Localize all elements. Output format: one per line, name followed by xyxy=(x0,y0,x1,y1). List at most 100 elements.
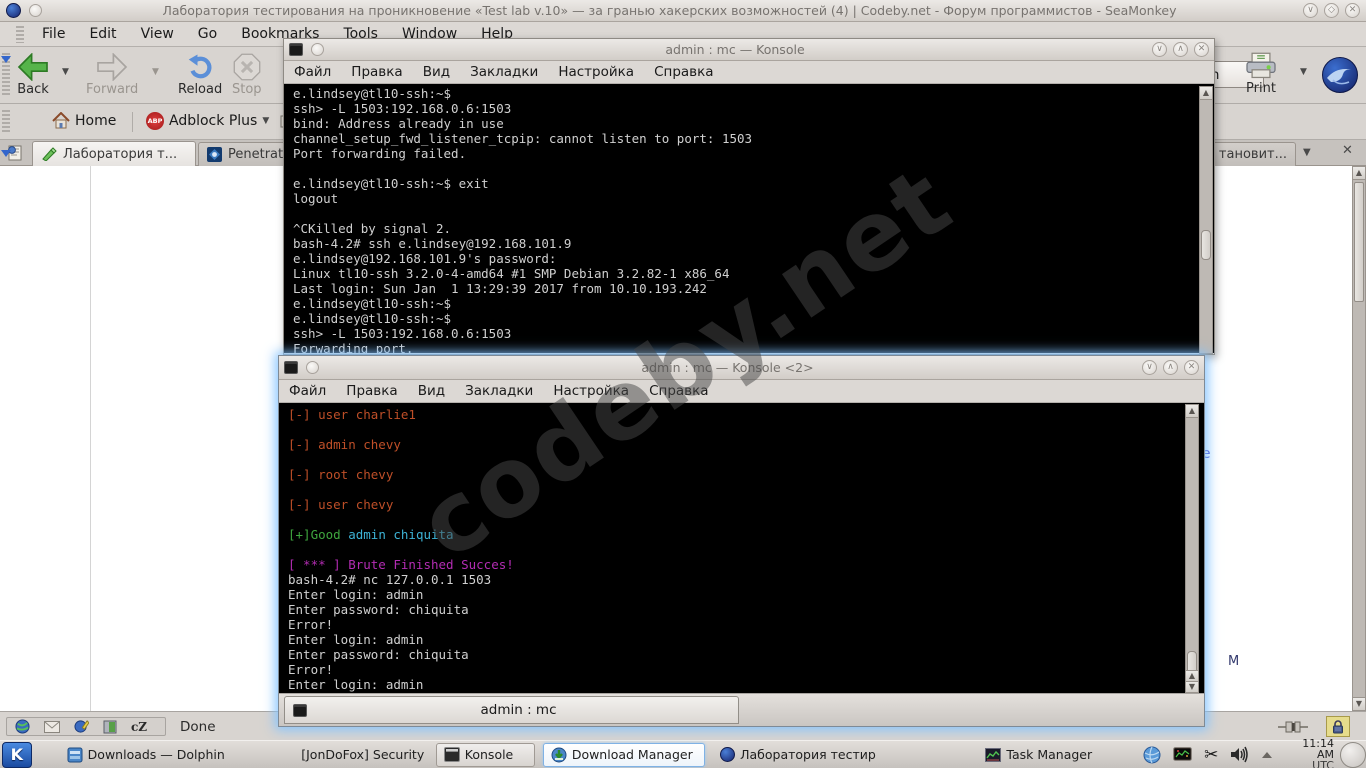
seamonkey-logo[interactable] xyxy=(1322,57,1358,93)
print-button[interactable]: Print xyxy=(1244,52,1278,96)
composer-icon[interactable] xyxy=(74,719,89,734)
konsole-icon xyxy=(289,43,303,56)
terminal[interactable]: [-] user charlie1 [-] admin chevy [-] ro… xyxy=(279,403,1204,693)
volume-speaker-icon[interactable] xyxy=(1230,746,1250,763)
adblock-chevron: ▼ xyxy=(262,116,269,126)
terminal-line: Forwarding port. xyxy=(293,341,1196,353)
toolbar-grippy[interactable] xyxy=(16,26,24,43)
close-button[interactable]: ✕ xyxy=(1345,3,1360,18)
kmenu-button[interactable]: K xyxy=(2,742,32,768)
maximize-button[interactable]: ∧ xyxy=(1163,360,1178,375)
scroll-up-icon[interactable]: ▲ xyxy=(1186,670,1198,681)
konsole2-title: admin : mc — Konsole <2> xyxy=(319,360,1136,375)
forward-dropdown-chevron[interactable]: ▼ xyxy=(152,67,159,77)
terminal-line: Error! xyxy=(288,617,1186,632)
menu-file[interactable]: Файл xyxy=(294,64,331,80)
taskbar-item-download-manager[interactable]: Download Manager xyxy=(543,743,705,767)
menu-help[interactable]: Справка xyxy=(649,383,708,399)
close-button[interactable]: ✕ xyxy=(1184,360,1199,375)
toolbar-collapse-icon[interactable] xyxy=(1,150,11,157)
terminal-line: ssh> -L 1503:192.168.0.6:1503 xyxy=(293,101,1196,116)
taskbar-item-task-manager[interactable]: Task Manager xyxy=(978,743,1101,767)
konsole1-window: admin : mc — Konsole ∨ ∧ ✕ Файл Правка В… xyxy=(283,38,1215,355)
taskbar-item-dolphin[interactable]: Downloads — Dolphin xyxy=(60,743,284,767)
window-pin-button[interactable] xyxy=(306,361,319,374)
menu-help[interactable]: Справка xyxy=(654,64,713,80)
addressbook-icon[interactable] xyxy=(103,720,117,734)
minimize-button[interactable]: ∨ xyxy=(1142,360,1157,375)
tab-laboratoriya[interactable]: Лаборатория т... xyxy=(32,141,196,166)
close-tab-icon[interactable]: ✕ xyxy=(1342,143,1353,158)
scroll-up-icon[interactable]: ▲ xyxy=(1186,405,1198,418)
home-button[interactable]: Home xyxy=(52,112,116,129)
forward-button[interactable]: Forward xyxy=(86,53,138,97)
network-globe-icon[interactable] xyxy=(1143,746,1161,764)
browser-scrollbar[interactable]: ▲ ▼ xyxy=(1352,166,1366,711)
menu-file[interactable]: File xyxy=(42,26,65,42)
scroll-down-icon[interactable]: ▼ xyxy=(1186,681,1198,692)
seamonkey-icon xyxy=(720,747,735,762)
chatzilla-icon[interactable]: cZ xyxy=(131,720,147,734)
terminal-line: bash-4.2# ssh e.lindsey@192.168.101.9 xyxy=(293,236,1196,251)
konsole2-scrollbar[interactable]: ▲ ▲ ▼ xyxy=(1185,404,1199,693)
download-manager-icon xyxy=(551,747,567,763)
reload-button[interactable]: Reload xyxy=(178,53,222,97)
minimize-button[interactable]: ∨ xyxy=(1152,42,1167,57)
adblock-plus-button[interactable]: ABP Adblock Plus ▼ xyxy=(146,112,269,130)
back-dropdown-chevron[interactable]: ▼ xyxy=(62,67,69,77)
menu-bookmarks[interactable]: Закладки xyxy=(465,383,533,399)
menu-settings[interactable]: Настройка xyxy=(558,64,634,80)
taskbar-item-seamonkey[interactable]: Лаборатория тестир xyxy=(713,743,962,767)
taskbar-item-konsole[interactable]: Konsole xyxy=(436,743,535,767)
minimize-button[interactable]: ∨ xyxy=(1303,3,1318,18)
taskbar-item-jondofox[interactable]: [JonDoFox] Security Blo xyxy=(289,743,428,767)
menu-settings[interactable]: Настройка xyxy=(553,383,629,399)
klipper-scissors-icon[interactable]: ✂ xyxy=(1204,745,1218,765)
session-tab-label: admin : mc xyxy=(307,702,730,718)
terminal-line: Enter login: admin xyxy=(288,587,1186,602)
navigator-globe-icon[interactable] xyxy=(15,719,30,734)
scrollbar-thumb[interactable] xyxy=(1354,182,1364,302)
menu-bookmarks[interactable]: Закладки xyxy=(470,64,538,80)
browser-titlebar: Лаборатория тестирования на проникновени… xyxy=(0,0,1366,22)
scroll-down-icon[interactable]: ▼ xyxy=(1353,697,1365,710)
scrollbar-arrows[interactable]: ▲ ▼ xyxy=(1186,670,1198,692)
menu-edit[interactable]: Edit xyxy=(89,26,116,42)
menu-go[interactable]: Go xyxy=(198,26,217,42)
toolbar-collapse-icon[interactable] xyxy=(1,56,11,63)
window-pin-button[interactable] xyxy=(29,4,42,17)
edge-applet[interactable] xyxy=(1340,742,1366,768)
maximize-button[interactable]: ◇ xyxy=(1324,3,1339,18)
window-pin-button[interactable] xyxy=(311,43,324,56)
security-lock-button[interactable] xyxy=(1326,716,1350,737)
konsole2-titlebar: admin : mc — Konsole <2> ∨ ∧ ✕ xyxy=(279,356,1204,380)
scroll-up-icon[interactable]: ▲ xyxy=(1200,87,1212,100)
terminal[interactable]: e.lindsey@tl10-ssh:~$ssh> -L 1503:192.16… xyxy=(284,84,1214,353)
back-button[interactable]: Back xyxy=(16,53,50,97)
tab-list-chevron[interactable]: ▼ xyxy=(1303,147,1311,158)
session-tab-admin-mc[interactable]: admin : mc xyxy=(284,696,739,724)
scroll-up-icon[interactable]: ▲ xyxy=(1353,167,1365,180)
online-plug-icon[interactable] xyxy=(1278,720,1308,734)
scrollbar-thumb[interactable] xyxy=(1201,230,1211,260)
menu-view[interactable]: Вид xyxy=(418,383,445,399)
maximize-button[interactable]: ∧ xyxy=(1173,42,1188,57)
close-button[interactable]: ✕ xyxy=(1194,42,1209,57)
system-monitor-icon[interactable] xyxy=(1173,747,1192,763)
print-dropdown-chevron[interactable]: ▼ xyxy=(1300,67,1307,77)
terminal-line: [-] user chevy xyxy=(288,497,1186,512)
konsole1-scrollbar[interactable]: ▲ xyxy=(1199,86,1213,354)
page-content-divider xyxy=(90,166,91,711)
menu-edit[interactable]: Правка xyxy=(346,383,397,399)
menu-view[interactable]: Вид xyxy=(423,64,450,80)
terminal-line: channel_setup_fwd_listener_tcpip: cannot… xyxy=(293,131,1196,146)
menu-view[interactable]: View xyxy=(141,26,174,42)
tray-expand-icon[interactable] xyxy=(1262,752,1272,758)
mail-envelope-icon[interactable] xyxy=(44,721,60,733)
menu-file[interactable]: Файл xyxy=(289,383,326,399)
menu-edit[interactable]: Правка xyxy=(351,64,402,80)
stop-button[interactable]: Stop xyxy=(232,53,262,97)
taskbar-clock[interactable]: 11:14 AM UTC xyxy=(1282,738,1334,768)
toolbar-grippy[interactable] xyxy=(2,110,10,134)
home-icon xyxy=(52,112,70,129)
